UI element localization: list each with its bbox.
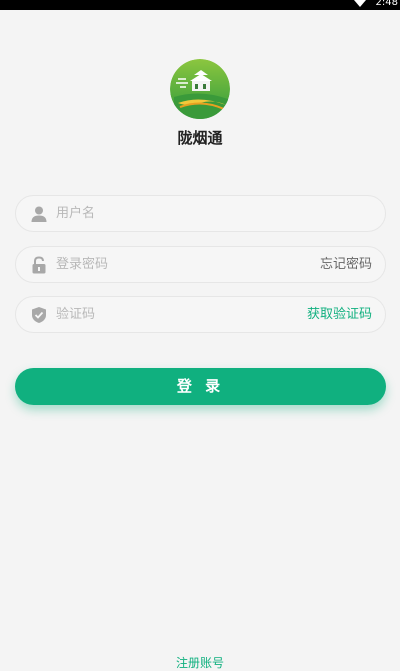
user-icon xyxy=(30,205,48,223)
forgot-password-link[interactable]: 忘记密码 xyxy=(320,247,372,282)
shield-icon xyxy=(30,306,48,324)
username-input[interactable] xyxy=(56,196,306,231)
wifi-icon xyxy=(354,0,366,7)
register-link[interactable]: 注册账号 xyxy=(0,654,400,671)
status-time: 2:48 xyxy=(375,0,398,8)
captcha-field[interactable]: 获取验证码 xyxy=(15,296,386,333)
get-captcha-button[interactable]: 获取验证码 xyxy=(307,297,372,332)
app-title: 陇烟通 xyxy=(177,129,223,147)
login-button[interactable]: 登 录 xyxy=(15,368,386,405)
username-field[interactable] xyxy=(15,195,386,232)
captcha-input[interactable] xyxy=(56,297,306,332)
password-input[interactable] xyxy=(56,247,306,282)
password-field[interactable]: 忘记密码 xyxy=(15,246,386,283)
app-logo xyxy=(170,59,230,119)
lock-icon xyxy=(30,256,48,274)
status-bar: 2:48 xyxy=(0,0,400,10)
